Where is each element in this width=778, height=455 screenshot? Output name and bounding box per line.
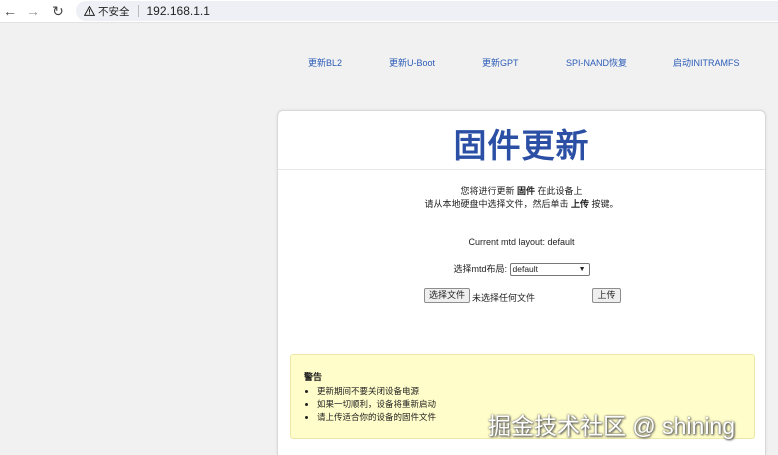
intro-line-1-prefix: 您将进行更新 [460,186,515,196]
intro-line-1: 您将进行更新 固件 在此设备上 [278,184,765,197]
security-label: 不安全 [98,5,130,18]
mtd-select-label: 选择mtd布局: [453,264,507,274]
warning-title: 警告 [304,372,323,382]
back-arrow-icon[interactable]: ← [1,2,19,20]
forward-arrow-icon[interactable]: → [24,2,42,20]
choose-file-button[interactable]: 选择文件 [424,288,470,303]
mtd-layout-row: 选择mtd布局: default ▼ [278,262,765,277]
mtd-layout-select[interactable]: default ▼ [509,263,590,277]
warning-item: 如果一切顺利，设备将重新启动 [317,398,436,411]
link-update-gpt[interactable]: 更新GPT [482,56,519,69]
warning-item: 请上传适合你的设备的固件文件 [317,411,436,424]
page-title: 固件更新 [453,127,590,164]
link-update-uboot[interactable]: 更新U-Boot [389,56,435,69]
link-spi-nand-recovery[interactable]: SPI-NAND恢复 [566,56,627,69]
mtd-layout-text: Current mtd layout: default [468,237,575,247]
watermark: 掘金技术社区 @ shining [488,413,736,439]
mtd-select-value: default [512,264,539,275]
warning-list: 更新期间不要关闭设备电源 如果一切顺利，设备将重新启动 请上传适合你的设备的固件… [305,385,436,424]
warning-item: 更新期间不要关闭设备电源 [317,385,436,398]
browser-toolbar: ← → ↻ 不安全 192.168.1.1 [0,0,778,23]
intro-line-2-prefix: 请从本地硬盘中选择文件，然后单击 [424,199,569,209]
omnibox-divider [137,5,139,17]
url-text[interactable]: 192.168.1.1 [147,4,210,18]
link-update-bl2[interactable]: 更新BL2 [308,56,342,69]
intro-line-2: 请从本地硬盘中选择文件，然后单击 上传 按键。 [278,197,765,210]
intro-line-2-bold: 上传 [570,199,589,209]
chevron-down-icon: ▼ [578,266,586,274]
intro-line-1-bold: 固件 [516,186,535,196]
security-indicator[interactable]: 不安全 [84,4,130,19]
intro-line-1-suffix: 在此设备上 [537,186,583,196]
link-boot-initramfs[interactable]: 启动INITRAMFS [673,56,740,69]
top-nav: 更新BL2 更新U-Boot 更新GPT SPI-NAND恢复 启动INITRA… [0,56,778,70]
address-bar[interactable]: 不安全 192.168.1.1 [76,1,778,21]
intro-line-2-suffix: 按键。 [591,199,619,209]
title-divider [278,169,765,170]
warning-triangle-icon [84,6,95,16]
reload-icon[interactable]: ↻ [49,2,67,20]
upload-button[interactable]: 上传 [592,288,621,303]
no-file-chosen-text: 未选择任何文件 [472,293,536,303]
